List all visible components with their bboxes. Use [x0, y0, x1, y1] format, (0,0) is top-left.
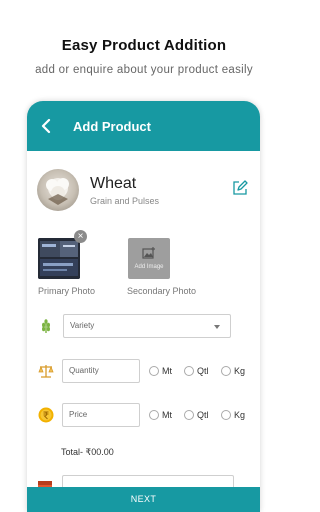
phone-screen: Add Product Wheat Grain and Pulses × Add… [27, 101, 260, 512]
promo-subtitle: add or enquire about your product easily [35, 64, 253, 76]
product-category: Grain and Pulses [90, 196, 160, 206]
app-bar: Add Product [27, 101, 260, 151]
price-input[interactable]: Price [62, 403, 140, 427]
primary-photo[interactable] [38, 238, 80, 279]
quantity-unit-qtl-radio[interactable] [184, 366, 194, 376]
quantity-unit-mt-radio[interactable] [149, 366, 159, 376]
product-name: Wheat [90, 175, 137, 192]
next-button[interactable]: NEXT [27, 487, 260, 512]
remove-photo-button[interactable]: × [74, 230, 87, 243]
add-image-label: Add Image [134, 264, 164, 270]
page-title: Add Product [73, 119, 151, 134]
promo-title: Easy Product Addition [61, 37, 227, 54]
quantity-unit-kg-label: Kg [234, 366, 246, 376]
total-amount: Total- ₹00.00 [61, 447, 114, 457]
quantity-unit-mt-label: Mt [162, 366, 172, 376]
price-unit-mt-label: Mt [162, 410, 172, 420]
wheat-icon [42, 319, 50, 333]
arrow-left-icon[interactable] [39, 117, 55, 135]
chevron-down-icon [214, 325, 220, 329]
price-unit-mt-radio[interactable] [149, 410, 159, 420]
add-image-icon [142, 247, 155, 259]
secondary-photo-label: Secondary Photo [127, 286, 197, 296]
secondary-photo-upload[interactable]: Add Image [128, 238, 170, 279]
rupee-icon [38, 407, 54, 423]
price-unit-kg-label: Kg [234, 410, 246, 420]
primary-photo-image [38, 238, 80, 279]
price-unit-kg-radio[interactable] [221, 410, 231, 420]
cotton-image [46, 178, 69, 205]
product-avatar [37, 169, 79, 211]
quantity-placeholder: Quantity [69, 366, 99, 375]
price-unit-qtl-radio[interactable] [184, 410, 194, 420]
primary-photo-label: Primary Photo [38, 286, 96, 296]
variety-placeholder: Variety [70, 321, 95, 330]
edit-icon[interactable] [231, 179, 249, 197]
scale-icon [38, 365, 54, 378]
quantity-input[interactable]: Quantity [62, 359, 140, 383]
variety-select[interactable]: Variety [63, 314, 231, 338]
price-placeholder: Price [69, 410, 88, 419]
price-unit-qtl-label: Qtl [197, 410, 209, 420]
quantity-unit-qtl-label: Qtl [197, 366, 209, 376]
quantity-unit-kg-radio[interactable] [221, 366, 231, 376]
